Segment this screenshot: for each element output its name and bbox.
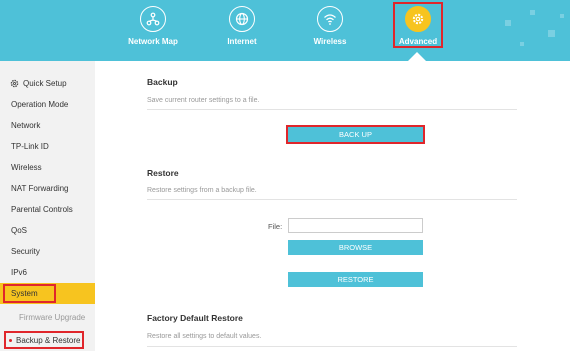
wifi-icon bbox=[317, 6, 343, 32]
nav-network-map[interactable]: Network Map bbox=[108, 6, 198, 46]
backup-section-desc: Save current router settings to a file. bbox=[147, 97, 260, 104]
active-tab-pointer bbox=[408, 52, 426, 61]
backup-section-title: Backup bbox=[147, 77, 178, 87]
globe-icon bbox=[229, 6, 255, 32]
sidebar-item-wireless[interactable]: Wireless bbox=[11, 163, 42, 172]
nav-wireless-label: Wireless bbox=[313, 37, 347, 46]
system-highlight-box bbox=[3, 284, 56, 303]
restore-button[interactable]: RESTORE bbox=[288, 272, 423, 287]
sidebar-item-ipv6[interactable]: IPv6 bbox=[11, 268, 27, 277]
sidebar-item-label: Quick Setup bbox=[23, 79, 67, 88]
sidebar-item-parental-controls[interactable]: Parental Controls bbox=[11, 205, 73, 214]
sidebar-item-nat-forwarding[interactable]: NAT Forwarding bbox=[11, 184, 69, 193]
sidebar-subitem-backup-restore[interactable]: Backup & Restore bbox=[9, 336, 80, 345]
sidebar-item-label: Security bbox=[11, 247, 40, 256]
sidebar-item-label: Wireless bbox=[11, 163, 42, 172]
sidebar-item-label: QoS bbox=[11, 226, 28, 235]
restore-section-title: Restore bbox=[147, 168, 179, 178]
advanced-highlight-box bbox=[393, 2, 443, 48]
top-nav-bar: Network Map Internet Wireless Advanced bbox=[0, 0, 570, 61]
nav-wireless[interactable]: Wireless bbox=[285, 6, 375, 46]
browse-button[interactable]: BROWSE bbox=[288, 240, 423, 255]
decorative-square bbox=[560, 14, 564, 18]
sidebar-subitem-firmware-upgrade[interactable]: Firmware Upgrade bbox=[19, 313, 85, 322]
decorative-square bbox=[520, 42, 524, 46]
sidebar-item-label: Operation Mode bbox=[11, 100, 69, 109]
backup-button-highlight-box bbox=[286, 125, 425, 144]
factory-section-desc: Restore all settings to default values. bbox=[147, 333, 262, 340]
sidebar-item-qos[interactable]: QoS bbox=[11, 226, 27, 235]
sidebar-item-operation-mode[interactable]: Operation Mode bbox=[11, 100, 68, 109]
nav-internet-label: Internet bbox=[227, 37, 257, 46]
file-label: File: bbox=[268, 222, 283, 231]
network-map-icon bbox=[140, 6, 166, 32]
sidebar-item-quick-setup[interactable]: Quick Setup bbox=[10, 79, 67, 88]
factory-section-title: Factory Default Restore bbox=[147, 313, 243, 323]
nav-network-map-label: Network Map bbox=[128, 37, 178, 46]
divider bbox=[147, 199, 517, 200]
file-path-input[interactable] bbox=[288, 218, 423, 233]
sidebar-subitem-label: Firmware Upgrade bbox=[19, 313, 86, 322]
nav-internet[interactable]: Internet bbox=[197, 6, 287, 46]
sidebar-item-label: TP-Link ID bbox=[11, 142, 49, 151]
decorative-square bbox=[530, 10, 535, 15]
divider bbox=[147, 109, 517, 110]
sidebar-item-security[interactable]: Security bbox=[11, 247, 40, 256]
sidebar-item-network[interactable]: Network bbox=[11, 121, 40, 130]
sidebar: Quick Setup Operation Mode Network TP-Li… bbox=[0, 61, 95, 351]
sidebar-item-label: Parental Controls bbox=[11, 205, 73, 214]
sidebar-item-label: Network bbox=[11, 121, 41, 130]
sidebar-subitem-label: Backup & Restore bbox=[16, 336, 81, 345]
sidebar-item-label: IPv6 bbox=[11, 268, 28, 277]
divider bbox=[147, 346, 517, 347]
sidebar-item-label: NAT Forwarding bbox=[11, 184, 69, 193]
decorative-square bbox=[548, 30, 555, 37]
decorative-square bbox=[505, 20, 511, 26]
restore-section-desc: Restore settings from a backup file. bbox=[147, 187, 257, 194]
active-dot-icon bbox=[9, 339, 12, 343]
sidebar-item-tp-link-id[interactable]: TP-Link ID bbox=[11, 142, 49, 151]
quick-setup-gear-icon bbox=[10, 79, 19, 88]
